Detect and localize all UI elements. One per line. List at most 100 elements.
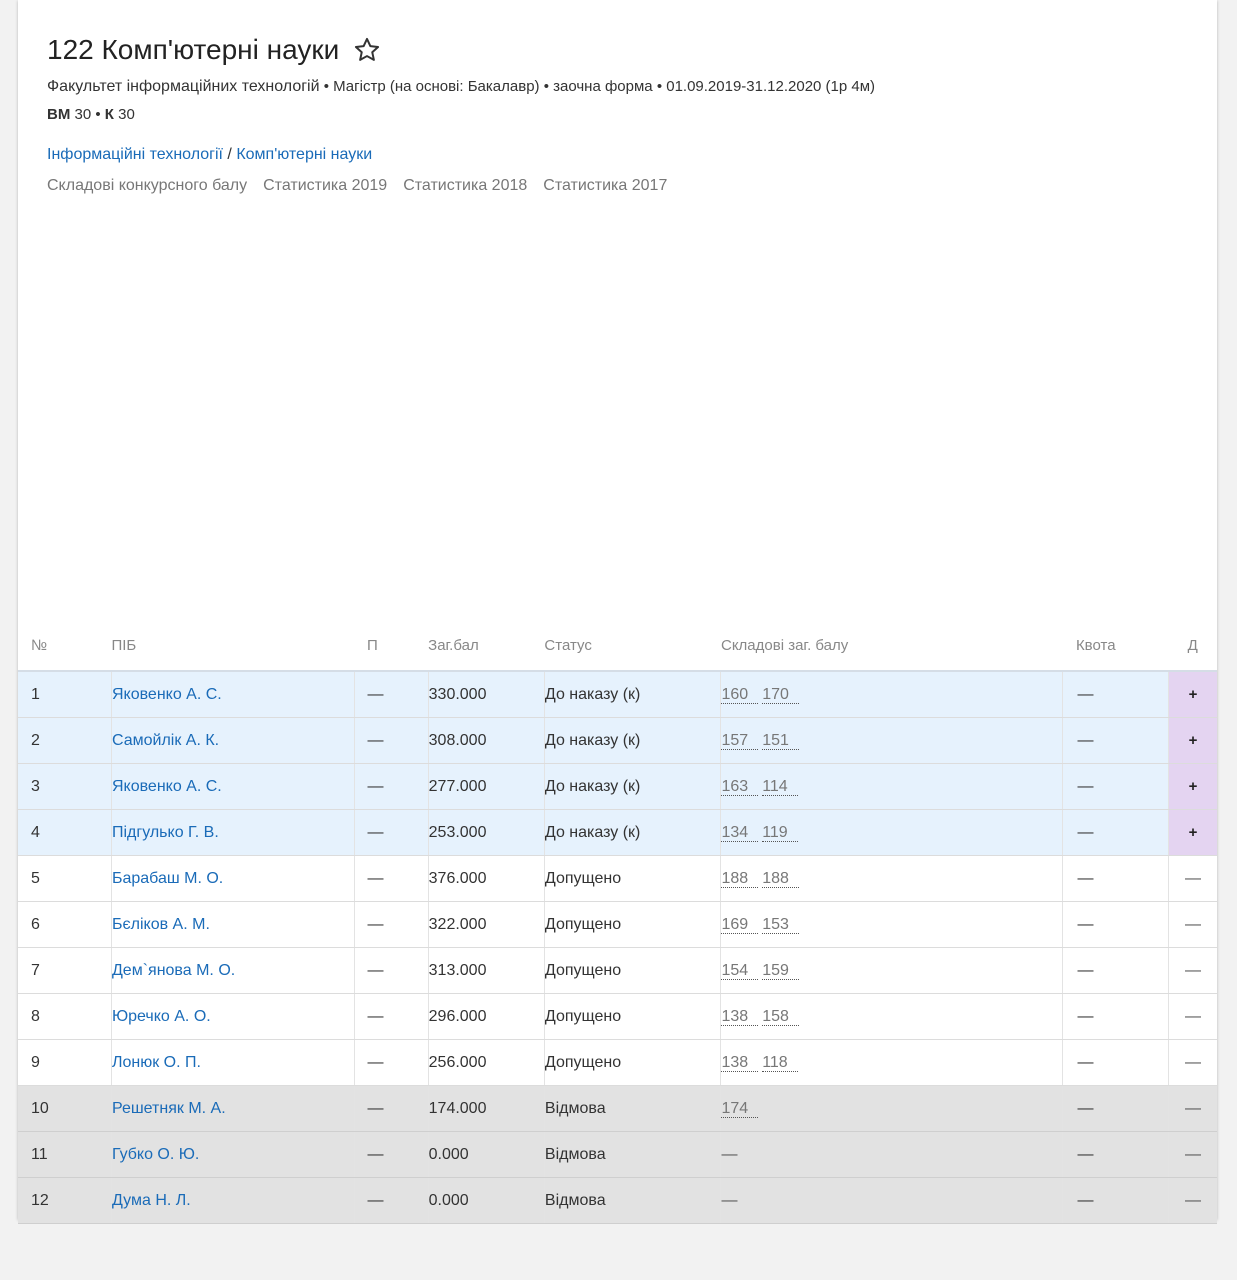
table-row: 3 Яковенко А. С. —277.000 До наказу (к) 163 1… <box>18 763 1217 810</box>
score-components-cell: 134 119 <box>720 809 1064 856</box>
score-component-value[interactable]: 138 <box>721 1053 759 1072</box>
score-component-value[interactable]: 134 <box>721 823 759 842</box>
score-component-value[interactable]: 138 <box>721 1007 759 1026</box>
tab-stats-2018[interactable]: Статистика 2018 <box>403 177 527 195</box>
row-number: 7 <box>18 947 112 994</box>
col-header-components[interactable]: Складові заг. балу <box>720 620 1063 672</box>
quota-cell: — <box>1062 1177 1169 1224</box>
priority-cell: — <box>354 809 429 856</box>
applicant-name-link[interactable]: Губко О. Ю. <box>112 1146 199 1163</box>
d-plus-marker: + <box>1188 731 1198 749</box>
score-component-value[interactable]: 170 <box>762 685 799 704</box>
score-component-value[interactable]: 114 <box>762 777 798 796</box>
status-cell: До наказу (к) <box>544 809 722 856</box>
row-number: 11 <box>18 1131 112 1178</box>
priority-cell: — <box>354 993 429 1040</box>
col-header-name[interactable]: ПІБ <box>111 620 354 672</box>
applicant-name-cell: Барабаш М. О. <box>111 855 355 902</box>
score-component-value[interactable]: 151 <box>762 731 799 750</box>
applicant-name-link[interactable]: Яковенко А. С. <box>112 778 222 795</box>
col-header-num[interactable]: № <box>18 620 112 672</box>
quota-cell: — <box>1062 947 1169 994</box>
status-cell: До наказу (к) <box>544 671 722 718</box>
score-component-value[interactable]: 119 <box>762 823 798 842</box>
score-component-value[interactable]: 157 <box>721 731 759 750</box>
total-score-cell: 313.000 <box>428 947 545 994</box>
score-component-value[interactable]: 154 <box>721 961 759 980</box>
total-score-cell: 322.000 <box>428 901 545 948</box>
score-components-cell: 188 188 <box>720 855 1064 902</box>
program-details: • Магістр (на основі: Бакалавр) • заочна… <box>319 78 876 95</box>
applicant-name-link[interactable]: Лонюк О. П. <box>112 1054 201 1071</box>
priority-cell: — <box>354 1131 429 1178</box>
applicant-name-link[interactable]: Яковенко А. С. <box>112 686 222 703</box>
d-cell: — <box>1168 901 1217 948</box>
tab-stats-2019[interactable]: Статистика 2019 <box>263 177 387 195</box>
quota-vm-value: 30 • <box>70 106 105 123</box>
tab-score-components[interactable]: Складові конкурсного балу <box>47 177 247 195</box>
score-component-value[interactable]: 188 <box>762 869 799 888</box>
priority-cell: — <box>354 717 429 764</box>
score-component-value[interactable]: 153 <box>762 915 799 934</box>
col-header-quota[interactable]: Квота <box>1062 620 1169 672</box>
col-header-p[interactable]: П <box>354 620 429 672</box>
d-cell: — <box>1168 1039 1217 1086</box>
tab-stats-2017[interactable]: Статистика 2017 <box>543 177 667 195</box>
table-row: 4 Підгулько Г. В. —253.000 До наказу (к) 134… <box>18 809 1217 856</box>
quota-vm-label: ВМ <box>47 106 71 123</box>
d-dash-marker: — <box>1185 1145 1201 1163</box>
score-component-value[interactable]: 169 <box>721 915 759 934</box>
applicant-name-link[interactable]: Самойлік А. К. <box>112 732 219 749</box>
table-row: 7 Дем`янова М. О. —313.000 Допущено 154 159— — <box>18 947 1217 994</box>
title-row: 122 Комп'ютерні науки <box>47 30 1197 70</box>
score-component-value[interactable]: 188 <box>721 869 759 888</box>
score-component-value[interactable]: 118 <box>762 1053 798 1072</box>
row-number: 3 <box>18 763 112 810</box>
breadcrumb-link-it[interactable]: Інформаційні технології <box>47 146 223 163</box>
row-number: 4 <box>18 809 112 856</box>
d-dash-marker: — <box>1185 869 1201 887</box>
star-icon[interactable] <box>353 36 381 64</box>
page-title: 122 Комп'ютерні науки <box>47 34 340 65</box>
score-component-value[interactable]: 160 <box>721 685 759 704</box>
status-cell: До наказу (к) <box>544 763 722 810</box>
d-dash-marker: — <box>1185 1191 1201 1209</box>
applicant-name-link[interactable]: Дем`янова М. О. <box>112 962 235 979</box>
score-components-cell: 169 153 <box>720 901 1064 948</box>
total-score-cell: 376.000 <box>428 855 545 902</box>
table-row: 2 Самойлік А. К. —308.000 До наказу (к) 157 1… <box>18 717 1217 764</box>
score-component-value[interactable]: 174 <box>721 1099 759 1118</box>
score-components-cell: 163 114 <box>720 763 1064 810</box>
score-component-value[interactable]: 158 <box>762 1007 799 1026</box>
col-header-status[interactable]: Статус <box>544 620 721 672</box>
priority-cell: — <box>354 1177 429 1224</box>
total-score-cell: 296.000 <box>428 993 545 1040</box>
score-components-cell: — <box>720 1177 1064 1224</box>
priority-cell: — <box>354 671 429 718</box>
applicant-name-link[interactable]: Барабаш М. О. <box>112 870 223 887</box>
d-plus-marker: + <box>1188 777 1198 795</box>
table-row: 11 Губко О. Ю. —0.000 Відмова — — — <box>18 1131 1217 1178</box>
priority-cell: — <box>354 1085 429 1132</box>
header: 122 Комп'ютерні науки Факультет інформац… <box>47 30 1197 195</box>
tabs: Складові конкурсного балу Статистика 201… <box>47 177 1197 195</box>
score-components-cell: 138 158 <box>720 993 1064 1040</box>
table-row: 6 Бєліков А. М. —322.000 Допущено 169 153— — <box>18 901 1217 948</box>
row-number: 10 <box>18 1085 112 1132</box>
score-components-empty: — <box>721 1145 738 1163</box>
col-header-d[interactable]: Д <box>1168 620 1217 672</box>
applicant-name-link[interactable]: Дума Н. Л. <box>112 1192 191 1209</box>
applicant-name-link[interactable]: Підгулько Г. В. <box>112 824 219 841</box>
col-header-score[interactable]: Заг.бал <box>428 620 545 672</box>
table-row: 12 Дума Н. Л. —0.000 Відмова — — — <box>18 1177 1217 1224</box>
applicant-name-link[interactable]: Бєліков А. М. <box>112 916 210 933</box>
score-component-value[interactable]: 159 <box>762 961 799 980</box>
applicant-name-cell: Решетняк М. А. <box>111 1085 355 1132</box>
applicant-name-link[interactable]: Юречко А. О. <box>112 1008 211 1025</box>
total-score-cell: 253.000 <box>428 809 545 856</box>
breadcrumb-link-cs[interactable]: Комп'ютерні науки <box>236 146 372 163</box>
applicant-name-link[interactable]: Решетняк М. А. <box>112 1100 226 1117</box>
score-component-value[interactable]: 163 <box>721 777 759 796</box>
d-dash-marker: — <box>1185 915 1201 933</box>
score-components-cell: 174 <box>720 1085 1064 1132</box>
